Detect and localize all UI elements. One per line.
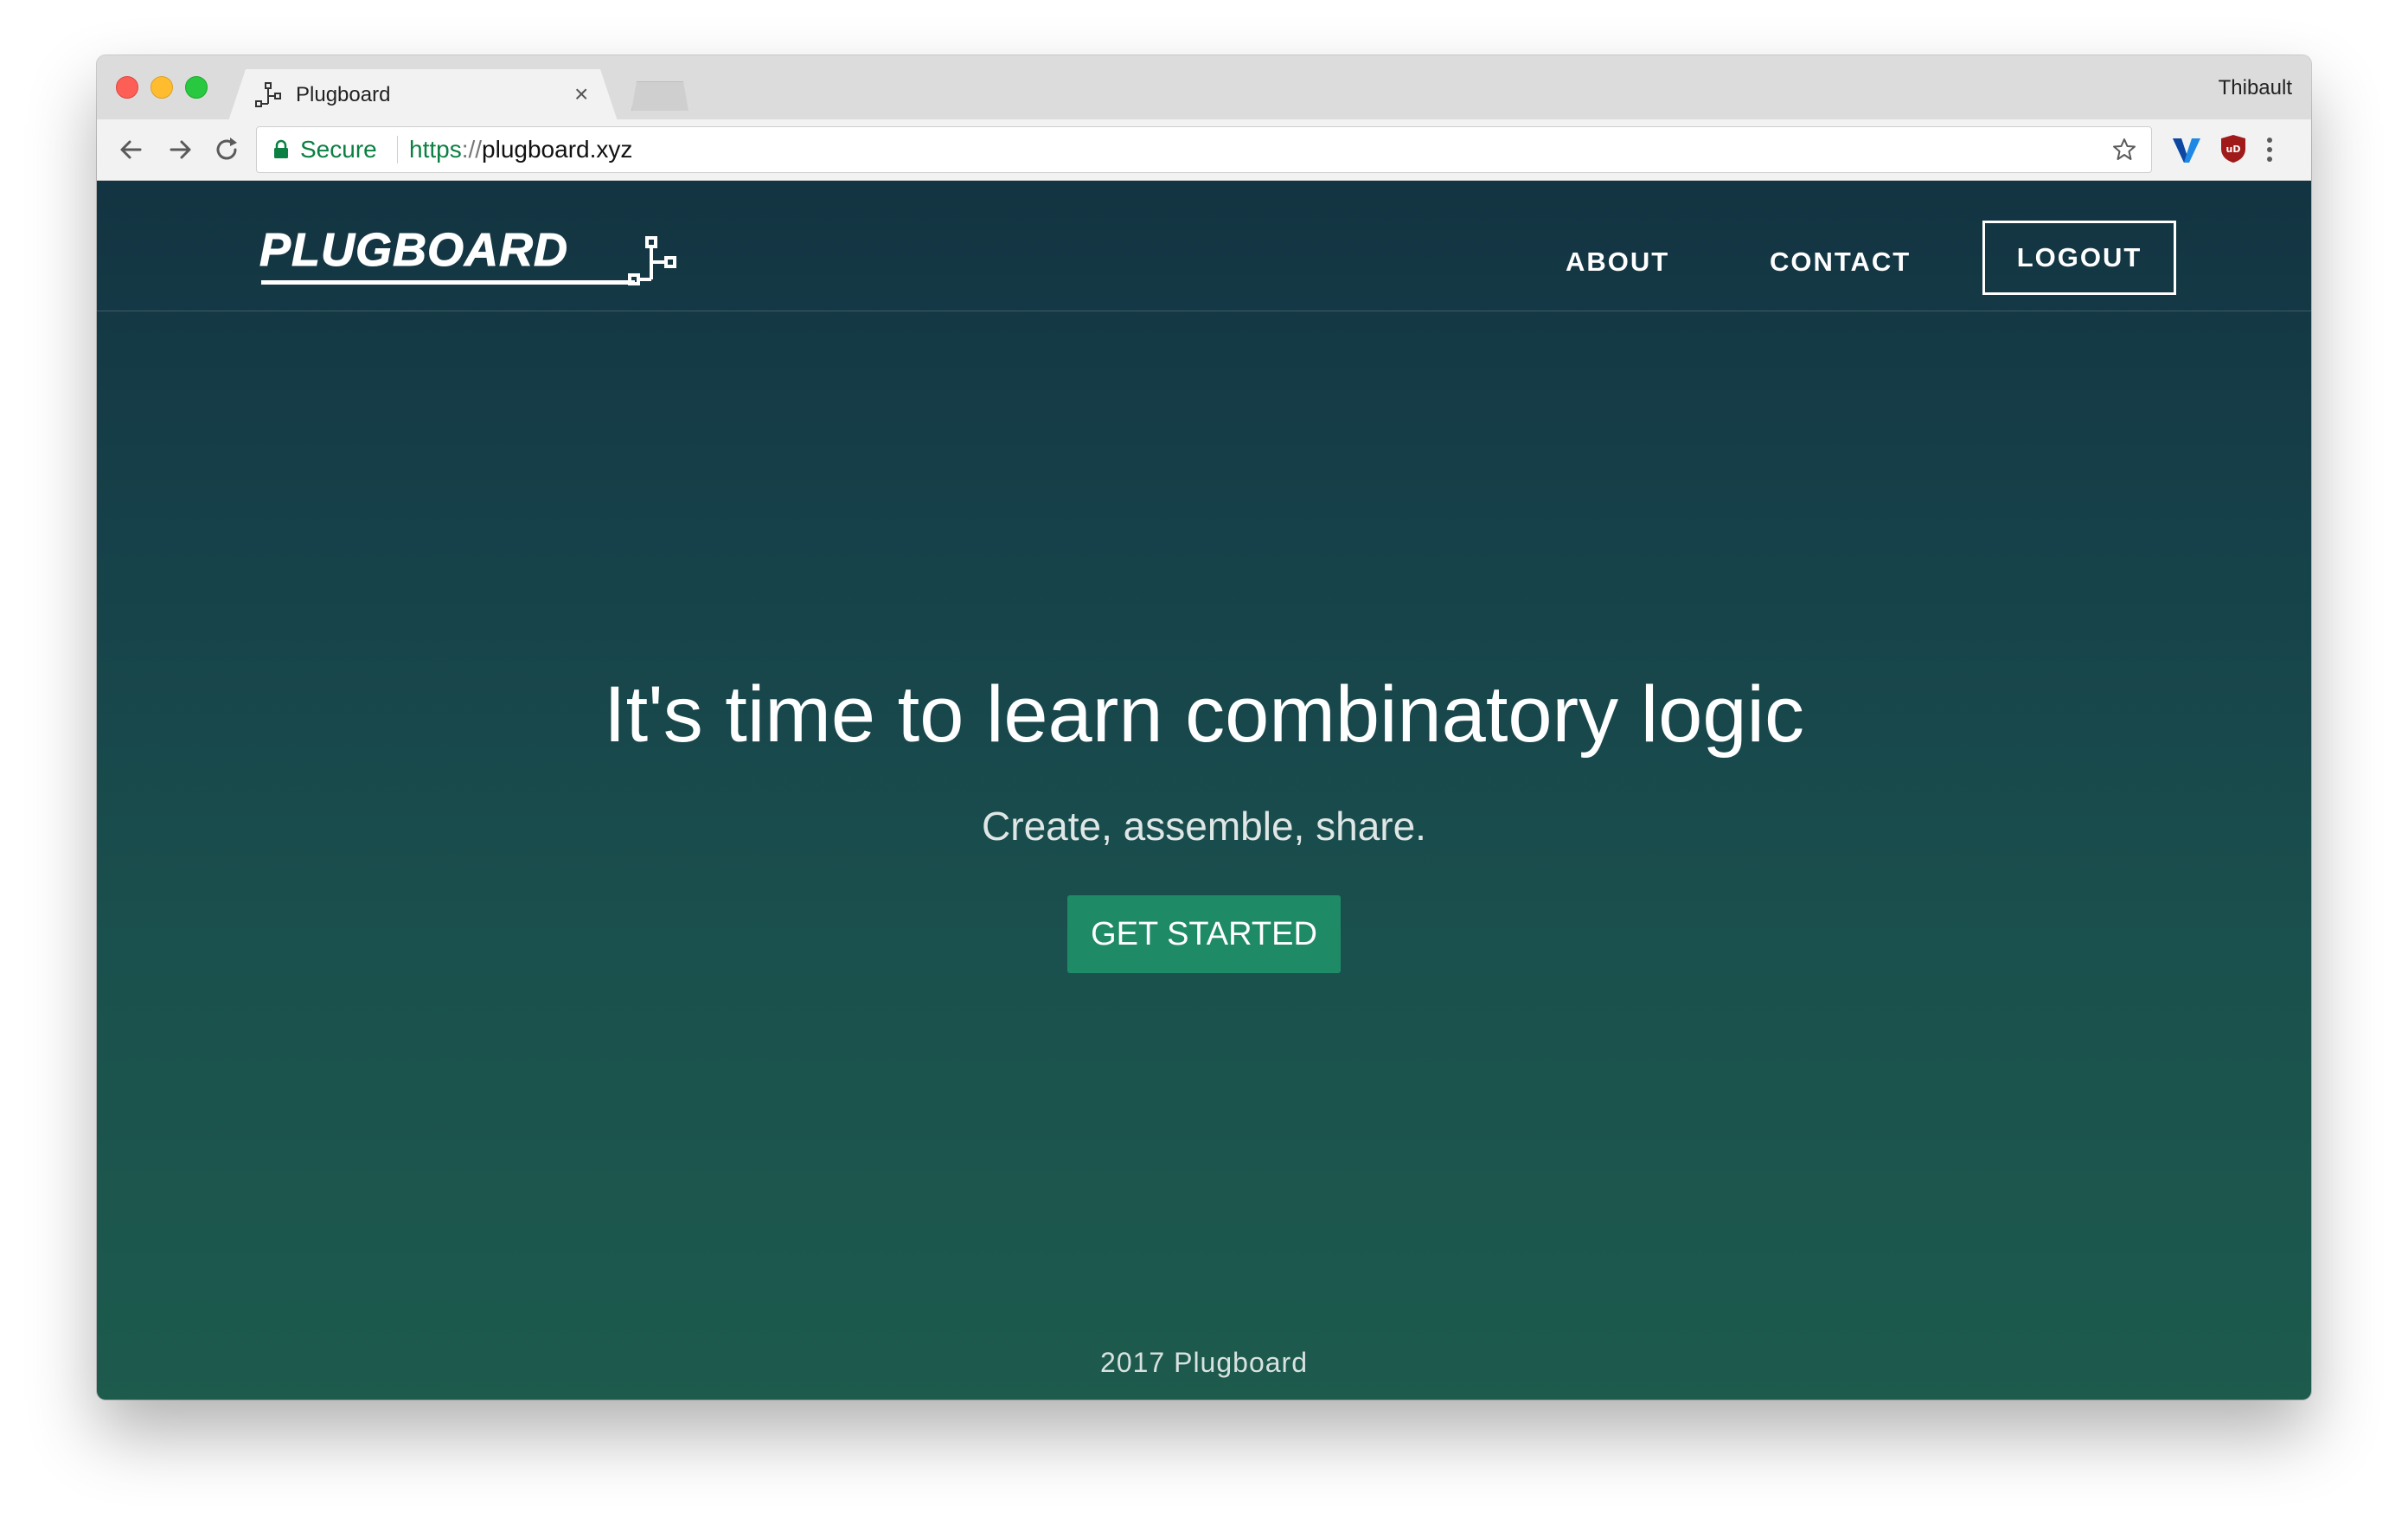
footer-text: 2017 Plugboard — [1100, 1347, 1308, 1378]
plugboard-logo-icon — [628, 236, 676, 285]
logo-text: PLUGBOARD — [259, 224, 568, 277]
v-extension-icon[interactable] — [2171, 135, 2202, 164]
window-minimize-button[interactable] — [150, 76, 173, 99]
logo-underline — [261, 280, 635, 285]
ublock-shield-icon[interactable]: uD — [2219, 133, 2247, 164]
site-header: PLUGBOARD ABOUT CONTACT LOGOUT — [97, 181, 2311, 311]
tab-title: Plugboard — [296, 83, 391, 106]
tab-strip: Plugboard × Thibault — [97, 55, 2311, 121]
window-close-button[interactable] — [116, 76, 138, 99]
browser-window: Plugboard × Thibault Secure https://plug… — [97, 55, 2311, 1400]
back-arrow-icon[interactable] — [114, 132, 149, 167]
lock-icon — [274, 139, 288, 158]
kebab-menu-icon[interactable] — [2263, 133, 2277, 166]
address-bar[interactable]: Secure https://plugboard.xyz — [256, 126, 2152, 173]
get-started-button[interactable]: GET STARTED — [1067, 895, 1341, 973]
web-page: PLUGBOARD ABOUT CONTACT LOGOUT It's time… — [97, 181, 2311, 1400]
hero-title: It's time to learn combinatory logic — [604, 670, 1804, 759]
profile-name[interactable]: Thibault — [2219, 74, 2292, 102]
browser-toolbar: Secure https://plugboard.xyz uD — [97, 119, 2311, 181]
new-tab-button[interactable] — [631, 81, 688, 111]
url-scheme: https — [409, 136, 462, 163]
bookmark-star-icon[interactable] — [2111, 137, 2137, 163]
url-host: plugboard.xyz — [482, 136, 633, 163]
reload-icon[interactable] — [209, 132, 244, 167]
forward-arrow-icon[interactable] — [163, 132, 197, 167]
plugboard-favicon-icon — [255, 82, 281, 107]
address-separator — [397, 136, 398, 163]
nav-contact-link[interactable]: CONTACT — [1770, 245, 1911, 279]
logout-button[interactable]: LOGOUT — [1982, 221, 2176, 295]
secure-label: Secure — [300, 136, 377, 163]
nav-about-link[interactable]: ABOUT — [1566, 245, 1669, 279]
hero-subtitle: Create, assemble, share. — [982, 804, 1426, 849]
svg-text:uD: uD — [2226, 144, 2241, 155]
browser-tab[interactable]: Plugboard × — [228, 69, 618, 121]
tab-close-button[interactable]: × — [574, 80, 588, 109]
window-maximize-button[interactable] — [185, 76, 208, 99]
url-text[interactable]: https://plugboard.xyz — [409, 135, 632, 164]
url-slashes: :// — [461, 136, 483, 163]
